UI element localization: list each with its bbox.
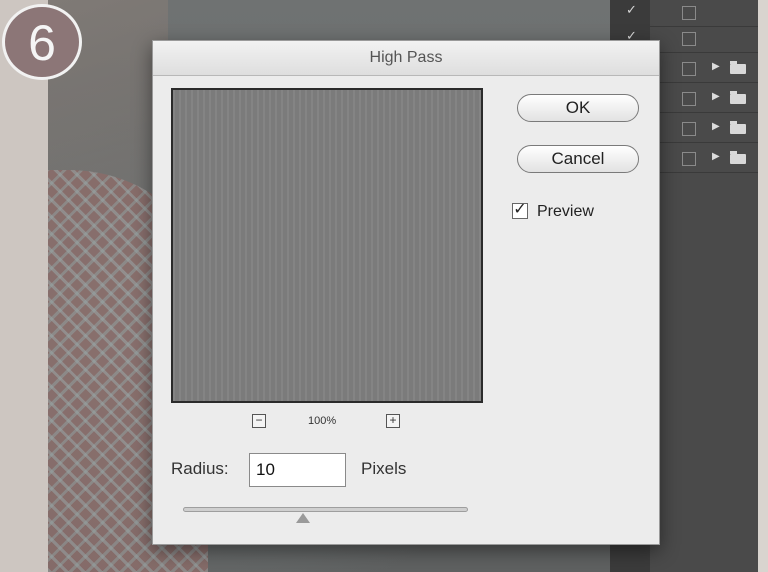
panel-scrollbar[interactable]	[758, 0, 768, 572]
layer-thumbnail	[682, 62, 696, 76]
layer-thumbnail	[682, 92, 696, 106]
radius-slider-track[interactable]	[183, 507, 468, 512]
layer-group-row[interactable]: ▶	[650, 56, 758, 83]
expand-arrow-icon[interactable]: ▶	[712, 121, 720, 132]
ok-button[interactable]: OK	[517, 94, 639, 122]
expand-arrow-icon[interactable]: ▶	[712, 61, 720, 72]
folder-icon	[730, 121, 746, 134]
dialog-title: High Pass	[153, 41, 659, 76]
folder-icon	[730, 61, 746, 74]
pixels-unit-label: Pixels	[361, 459, 407, 478]
preview-label[interactable]: Preview	[537, 203, 594, 221]
zoom-out-button[interactable]: −	[252, 414, 266, 428]
preview-checkbox[interactable]: ✓	[512, 202, 528, 219]
layer-row[interactable]: ✓	[626, 0, 758, 27]
visibility-icon[interactable]: ✓	[626, 2, 637, 18]
layer-thumbnail	[682, 32, 696, 46]
radius-input[interactable]	[249, 453, 346, 487]
zoom-in-button[interactable]: +	[386, 414, 400, 428]
layer-group-row[interactable]: ▶	[650, 116, 758, 143]
expand-arrow-icon[interactable]: ▶	[712, 91, 720, 102]
radius-label: Radius:	[171, 459, 229, 478]
layer-thumbnail	[682, 152, 696, 166]
layer-group-row[interactable]: ▶	[650, 146, 758, 173]
layer-group-row[interactable]: ▶	[650, 86, 758, 113]
folder-icon	[730, 151, 746, 164]
cancel-button[interactable]: Cancel	[517, 145, 639, 173]
layer-row[interactable]: ✓	[626, 26, 758, 53]
layer-thumbnail	[682, 122, 696, 136]
layer-thumbnail	[682, 6, 696, 20]
filter-preview-window[interactable]	[171, 88, 483, 403]
folder-icon	[730, 91, 746, 104]
high-pass-dialog: High Pass − 100% + OK Cancel ✓ Preview R…	[152, 40, 660, 545]
radius-slider-thumb[interactable]	[295, 513, 310, 523]
zoom-level: 100%	[308, 415, 337, 427]
expand-arrow-icon[interactable]: ▶	[712, 151, 720, 162]
step-number-badge: 6	[2, 4, 82, 80]
